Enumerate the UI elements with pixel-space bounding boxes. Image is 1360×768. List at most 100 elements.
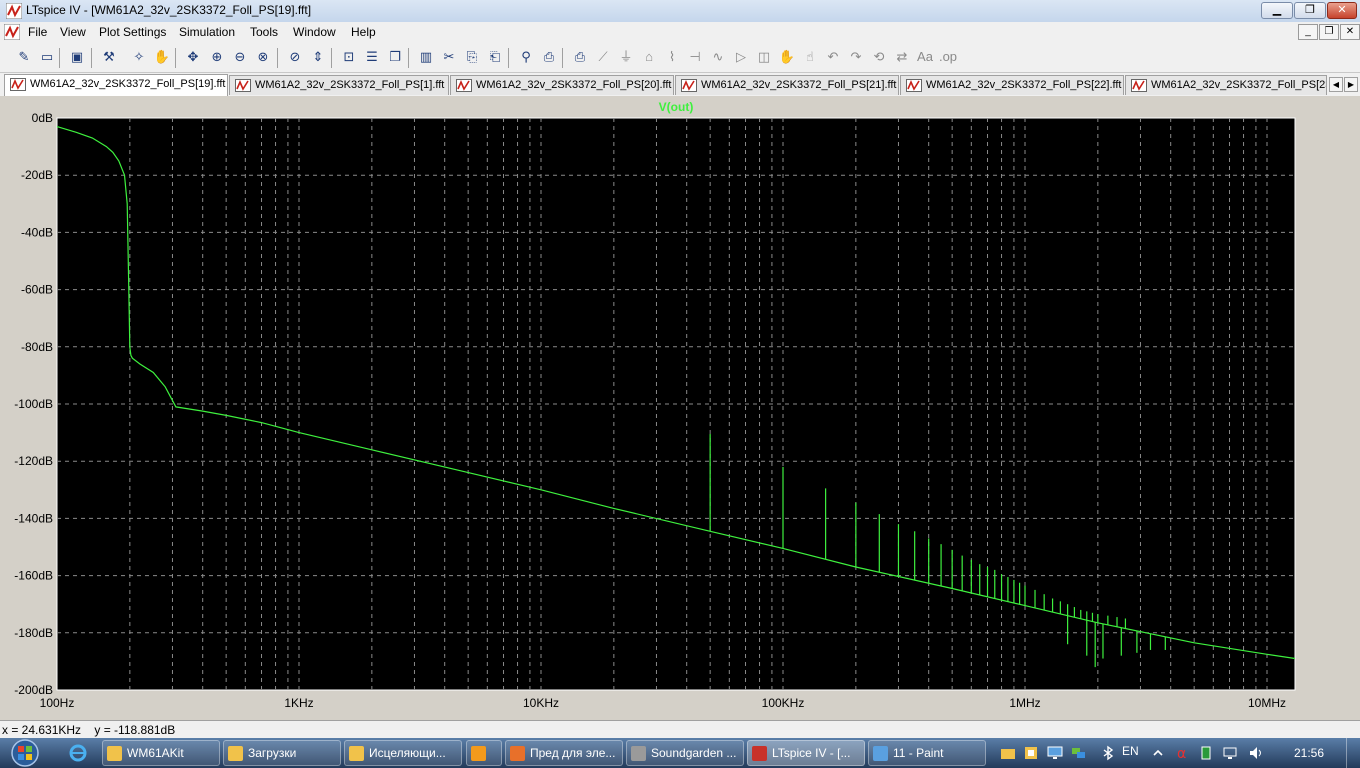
restore-button[interactable]: ❐ [1294, 2, 1326, 19]
mdi-restore-button[interactable]: ❐ [1319, 24, 1339, 40]
tab-fft-23[interactable]: WM61A2_32v_2SK3372_Foll_PS[23].fft [1125, 75, 1327, 95]
waveform-plot-pane[interactable]: 0dB -20dB -40dB -60dB -80dB -100dB -120dB -140d… [0, 96, 1360, 720]
find-icon[interactable]: ⚲ [516, 47, 536, 67]
autorange-icon[interactable]: ⇕ [308, 47, 328, 67]
taskbar-item[interactable]: Исцеляющи... [344, 740, 462, 766]
show-desktop-button[interactable] [1346, 738, 1360, 768]
x-tick-label: 100KHz [762, 696, 805, 710]
component-icon[interactable]: ◫ [754, 47, 774, 67]
monitor-tray-icon[interactable] [1047, 745, 1063, 761]
menu-view[interactable]: View [60, 25, 86, 39]
taskbar-item[interactable] [466, 740, 502, 766]
documents-tray-icon[interactable] [1023, 745, 1039, 761]
taskbar-item[interactable]: Загрузки [223, 740, 341, 766]
mdi-minimize-button[interactable]: _ [1298, 24, 1318, 40]
waveform-icon [456, 79, 472, 92]
tab-fft-19[interactable]: WM61A2_32v_2SK3372_Foll_PS[19].fft [4, 74, 228, 96]
trace-title: V(out) [659, 100, 694, 114]
network-tray-icon[interactable] [1070, 745, 1086, 761]
language-indicator[interactable]: EN [1122, 744, 1139, 758]
taskbar-item[interactable]: 11 - Paint [868, 740, 986, 766]
taskbar-item[interactable]: LTspice IV - [... [747, 740, 865, 766]
taskbar-item-label: 11 - Paint [893, 746, 944, 760]
tab-label: WM61A2_32v_2SK3372_Foll_PS[1].fft [255, 79, 445, 91]
redo-icon[interactable]: ↷ [846, 47, 866, 67]
move-icon[interactable]: ✋ [777, 47, 797, 67]
taskbar-item[interactable]: Пред для эле... [505, 740, 623, 766]
clock[interactable]: 21:56 [1294, 746, 1324, 760]
tab-fft-21[interactable]: WM61A2_32v_2SK3372_Foll_PS[21].fft [675, 75, 899, 95]
paste-icon[interactable]: ⎗ [485, 47, 505, 67]
network-status-icon[interactable] [1222, 745, 1238, 761]
title-bar[interactable]: LTspice IV - [WM61A2_32v_2SK3372_Foll_PS… [0, 0, 1360, 23]
menu-window[interactable]: Window [293, 25, 336, 39]
minimize-button[interactable]: ▁ [1261, 2, 1293, 19]
halt-icon[interactable]: ✋ [152, 47, 172, 67]
close-button[interactable]: ✕ [1327, 2, 1357, 19]
show-hidden-icons-icon[interactable] [1152, 747, 1164, 759]
cut-icon[interactable]: ✂ [439, 47, 459, 67]
label-icon[interactable]: ⌂ [639, 47, 659, 67]
y-tick-label: -140dB [14, 511, 53, 525]
menu-plot-settings[interactable]: Plot Settings [99, 25, 166, 39]
new-schematic-icon[interactable]: ✎ [14, 47, 34, 67]
resistor-icon[interactable]: ⌇ [662, 47, 682, 67]
tab-fft-22[interactable]: WM61A2_32v_2SK3372_Foll_PS[22].fft [900, 75, 1124, 95]
print-preview-icon[interactable]: ⎙ [539, 47, 559, 67]
mirror-icon[interactable]: ⇄ [892, 47, 912, 67]
text-icon[interactable]: Aa [915, 47, 935, 67]
x-tick-label: 1KHz [284, 696, 313, 710]
tile-horizontal-icon[interactable]: ☰ [362, 47, 382, 67]
drag-icon[interactable]: ☝ [800, 47, 820, 67]
cascade-icon[interactable]: ❐ [385, 47, 405, 67]
zoom-out-icon[interactable]: ⊖ [230, 47, 250, 67]
battery-tray-icon[interactable] [1198, 745, 1214, 761]
x-tick-label: 10KHz [523, 696, 559, 710]
y-tick-label: -80dB [21, 340, 53, 354]
tab-fft-1[interactable]: WM61A2_32v_2SK3372_Foll_PS[1].fft [229, 75, 449, 95]
tab-scroll-right-button[interactable]: ▶ [1344, 77, 1358, 92]
mdi-close-button[interactable]: ✕ [1340, 24, 1360, 40]
inductor-icon[interactable]: ∿ [708, 47, 728, 67]
save-icon[interactable]: ▣ [67, 47, 87, 67]
open-icon[interactable]: ▭ [37, 47, 57, 67]
taskbar-app-icon [471, 746, 486, 761]
print-icon[interactable]: ⎙ [570, 47, 590, 67]
tab-label: WM61A2_32v_2SK3372_Foll_PS[23].fft [1151, 79, 1327, 91]
capacitor-icon[interactable]: ⊣ [685, 47, 705, 67]
wire-icon[interactable]: ⟋ [593, 47, 613, 67]
document-icon [4, 24, 20, 40]
rotate-icon[interactable]: ⟲ [869, 47, 889, 67]
undo-icon[interactable]: ↶ [823, 47, 843, 67]
zoom-cancel-icon[interactable]: ⊘ [285, 47, 305, 67]
zoom-in-icon[interactable]: ⊕ [207, 47, 227, 67]
zoom-back-icon[interactable]: ⊗ [253, 47, 273, 67]
antivirus-tray-icon[interactable]: α [1174, 745, 1190, 761]
spice-directive-icon[interactable]: .op [938, 47, 958, 67]
menu-simulation[interactable]: Simulation [179, 25, 235, 39]
menu-tools[interactable]: Tools [250, 25, 278, 39]
menu-file[interactable]: File [28, 25, 47, 39]
start-button[interactable] [4, 738, 46, 768]
copy-icon[interactable]: ⎘ [462, 47, 482, 67]
menu-help[interactable]: Help [351, 25, 376, 39]
taskbar-item[interactable]: WM61AKit [102, 740, 220, 766]
tab-label: WM61A2_32v_2SK3372_Foll_PS[21].fft [701, 79, 897, 91]
folder-tray-icon[interactable] [1000, 745, 1016, 761]
ground-icon[interactable]: ⏚ [616, 47, 636, 67]
taskbar-item[interactable]: Soundgarden ... [626, 740, 744, 766]
run-icon[interactable]: ✧ [129, 47, 149, 67]
tab-scroll-left-button[interactable]: ◀ [1329, 77, 1343, 92]
bluetooth-tray-icon[interactable] [1100, 745, 1116, 761]
fit-icon[interactable]: ⊡ [339, 47, 359, 67]
tab-fft-20[interactable]: WM61A2_32v_2SK3372_Foll_PS[20].fft [450, 75, 674, 95]
fft-chart[interactable]: 0dB -20dB -40dB -60dB -80dB -100dB -120dB -140d… [0, 96, 1360, 720]
toolbar-separator [408, 48, 409, 68]
volume-icon[interactable] [1248, 745, 1264, 761]
internet-explorer-icon[interactable] [68, 743, 88, 763]
control-panel-icon[interactable]: ⚒ [99, 47, 119, 67]
diode-icon[interactable]: ▷ [731, 47, 751, 67]
tile-vertical-icon[interactable]: ▥ [416, 47, 436, 67]
waveform-icon [1131, 79, 1147, 92]
pan-icon[interactable]: ✥ [183, 47, 203, 67]
